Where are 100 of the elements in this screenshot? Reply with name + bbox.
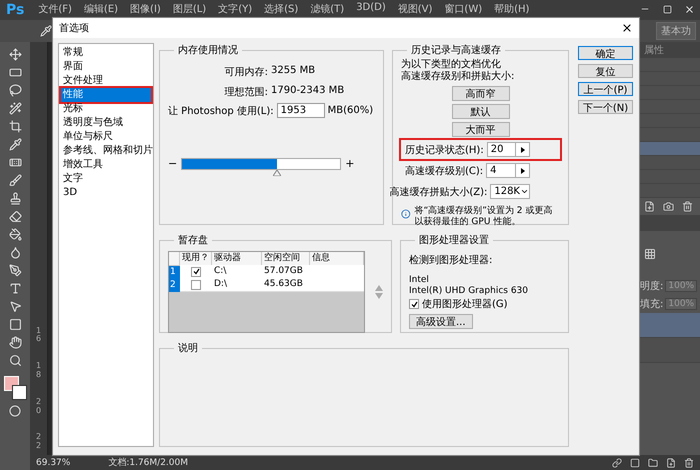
field-label: 历史记录状态(H): — [405, 144, 484, 156]
stamp-icon[interactable] — [8, 192, 22, 205]
menu-item[interactable]: 帮助(H) — [488, 2, 536, 16]
marquee-icon[interactable] — [8, 66, 22, 79]
row-index: 1 — [169, 266, 180, 278]
category-item[interactable]: 光标 — [61, 102, 151, 116]
gpu-name: Intel(R) UHD Graphics 630 — [409, 286, 529, 297]
category-item[interactable]: 文件处理 — [61, 74, 151, 88]
eyedropper-icon[interactable] — [40, 25, 52, 37]
pointer-icon[interactable] — [8, 300, 22, 313]
memory-use-label: 让 Photoshop 使用(L): — [168, 104, 274, 118]
pen-icon[interactable] — [8, 264, 22, 277]
grid-icon[interactable] — [644, 248, 656, 260]
menu-item[interactable]: 文件(F) — [32, 2, 78, 16]
checkbox[interactable] — [191, 280, 201, 290]
panel-tab[interactable]: 属性 — [644, 43, 664, 57]
plus-sign: + — [345, 157, 354, 170]
ruler-label: 20 — [34, 398, 42, 416]
panel-header — [640, 215, 700, 231]
folder-icon[interactable] — [648, 458, 658, 468]
move-icon[interactable] — [8, 48, 22, 61]
app-logo: Ps — [5, 2, 26, 18]
dialog-button[interactable]: 下一个(N) — [578, 100, 633, 114]
zoom-icon[interactable] — [8, 354, 22, 367]
droplet-icon[interactable] — [8, 246, 22, 259]
dialog-button[interactable]: 上一个(P) — [578, 82, 633, 96]
category-item[interactable]: 性能 — [61, 88, 151, 102]
camera-icon[interactable] — [663, 201, 674, 212]
eyedropper-icon[interactable] — [8, 138, 22, 151]
group-title: 图形处理器设置 — [418, 234, 490, 247]
menu-item[interactable]: 3D(D) — [350, 2, 392, 13]
memory-unit: MB(60%) — [328, 105, 374, 116]
gpu-name: Intel — [409, 275, 430, 286]
preset-button[interactable]: 高而窄 — [452, 86, 510, 101]
document-size: 文档:1.76M/2.00M — [108, 456, 188, 469]
table-cell: 45.63GB — [262, 278, 310, 292]
menu-item[interactable]: 视图(V) — [392, 2, 438, 16]
trash-icon[interactable] — [684, 458, 694, 468]
menu-item[interactable]: 文字(Y) — [212, 2, 258, 16]
column-header: 空闲空间 — [262, 252, 310, 265]
eraser-icon[interactable] — [8, 210, 22, 223]
memory-value: 1790-2343 MB — [271, 85, 346, 98]
dropdown-icon[interactable] — [520, 187, 529, 196]
menu-item[interactable]: 编辑(E) — [78, 2, 124, 16]
ruler-label: 22 — [34, 433, 42, 451]
triangle-icon — [520, 146, 524, 152]
dialog-button[interactable]: 复位 — [578, 64, 633, 78]
bandage-icon[interactable] — [8, 156, 22, 169]
hand-icon[interactable] — [8, 336, 22, 349]
category-item[interactable]: 3D — [61, 186, 151, 200]
table-cell: D:\ — [212, 278, 262, 292]
category-item[interactable]: 单位与标尺 — [61, 130, 151, 144]
memory-label: 理想范围: — [224, 86, 268, 99]
dropdown-field[interactable]: 128K — [490, 184, 530, 199]
workspace-button[interactable]: 基本功 — [656, 22, 696, 40]
crop-icon[interactable] — [8, 120, 22, 133]
memory-label: 可用内存: — [224, 66, 268, 79]
setting-label: 明度: — [640, 280, 664, 293]
intro-text: 高速缓存级别和拼贴大小: — [401, 71, 516, 83]
dialog-button[interactable]: 确定 — [578, 46, 633, 60]
category-item[interactable]: 文字 — [61, 172, 151, 186]
advanced-settings-button[interactable]: 高级设置... — [409, 314, 473, 329]
menu-item[interactable]: 选择(S) — [258, 2, 304, 16]
category-item[interactable]: 增效工具 — [61, 158, 151, 172]
menu-item[interactable]: 窗口(W) — [438, 2, 488, 16]
checkbox[interactable] — [191, 266, 201, 276]
setting-label: 填充: — [640, 298, 664, 311]
ruler-label: 16 — [34, 326, 42, 344]
preset-button[interactable]: 大而平 — [452, 122, 510, 137]
close-icon[interactable] — [621, 22, 633, 34]
menu-item[interactable]: 滤镜(T) — [304, 2, 350, 16]
color-swatches[interactable] — [4, 376, 26, 400]
category-item[interactable]: 常规 — [61, 46, 151, 60]
memory-input[interactable]: 1953 — [276, 103, 325, 118]
brush-icon[interactable] — [8, 174, 22, 187]
memory-value: 3255 MB — [271, 65, 316, 78]
column-header: 现用？ — [180, 252, 212, 265]
category-item[interactable]: 参考线、网格和切片 — [61, 144, 151, 158]
type-icon[interactable] — [8, 282, 22, 295]
gpu-label: 检测到图形处理器: — [409, 254, 494, 267]
menu-item[interactable]: 图像(I) — [124, 2, 167, 16]
field-label: 高速缓存级别(C): — [405, 164, 484, 178]
group-title: 说明 — [177, 342, 199, 355]
menu-item[interactable]: 图层(L) — [166, 2, 212, 16]
category-item[interactable]: 界面 — [61, 60, 151, 74]
category-item[interactable]: 透明度与色域 — [61, 116, 151, 130]
bucket-icon[interactable] — [8, 228, 22, 241]
trash-icon[interactable] — [682, 201, 693, 212]
group-title: 内存使用情况 — [177, 44, 239, 57]
lasso-icon[interactable] — [8, 84, 22, 97]
new-document-icon[interactable] — [644, 201, 655, 212]
checkbox[interactable] — [409, 299, 419, 309]
number-field[interactable]: 4 — [486, 163, 530, 178]
rectangle-icon[interactable] — [8, 318, 22, 331]
table-cell: 57.07GB — [262, 265, 310, 279]
number-field[interactable]: 20 — [486, 142, 530, 157]
preset-button[interactable]: 默认 — [452, 104, 510, 119]
link-icon[interactable] — [612, 458, 622, 468]
wand-icon[interactable] — [8, 102, 22, 115]
new-layer-icon[interactable] — [666, 458, 676, 468]
